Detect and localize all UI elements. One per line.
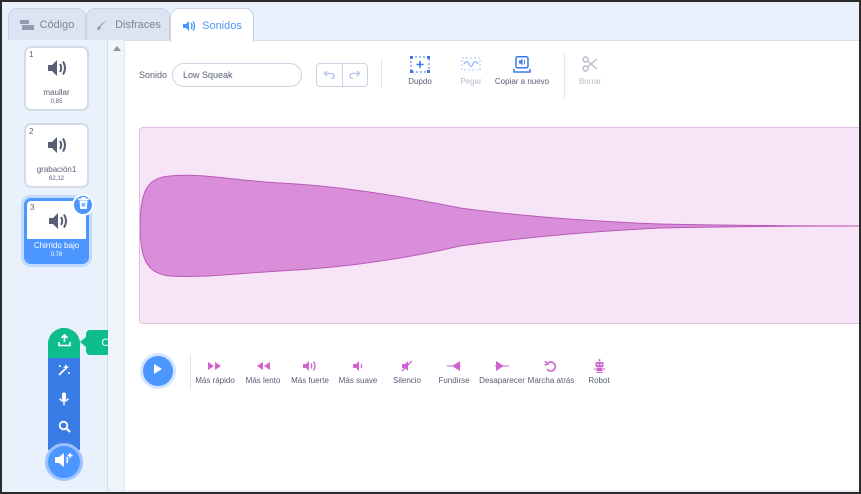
sound-item-maullar[interactable]: 1 maullar 0,85 bbox=[24, 46, 89, 111]
sound-duration: 0,85 bbox=[50, 99, 63, 105]
paste-button[interactable]: Pegar bbox=[443, 56, 499, 86]
upload-sound-button[interactable] bbox=[48, 328, 80, 358]
effect-robot[interactable]: Robot bbox=[580, 359, 618, 385]
add-sound-button[interactable] bbox=[45, 443, 83, 481]
copy-to-new-label: Copiar a nuevo bbox=[494, 77, 550, 86]
add-sound-icon bbox=[54, 452, 74, 473]
toolbar-divider bbox=[381, 58, 382, 88]
choose-sound-button[interactable] bbox=[48, 415, 80, 443]
effect-label: Más rápido bbox=[195, 376, 235, 385]
effects-divider bbox=[190, 354, 191, 390]
delete-selection-button[interactable]: Borrar bbox=[562, 56, 618, 86]
trash-icon bbox=[77, 196, 89, 214]
tab-sounds[interactable]: Sonidos bbox=[170, 8, 254, 42]
waveform bbox=[140, 174, 859, 278]
sound-number: 2 bbox=[29, 127, 34, 136]
effect-slower[interactable]: Más lento bbox=[241, 360, 285, 385]
reverse-icon bbox=[544, 360, 558, 375]
undo-redo-group bbox=[316, 63, 368, 87]
robot-icon bbox=[593, 359, 606, 375]
undo-icon bbox=[323, 66, 336, 84]
speaker-icon bbox=[182, 20, 196, 32]
sound-name: maullar bbox=[43, 88, 70, 97]
effect-reverse[interactable]: Marcha atrás bbox=[526, 360, 576, 385]
tab-code-label: Código bbox=[39, 18, 75, 31]
sound-editor-window: Código Disfraces Sonidos 1 maullar 0,85 … bbox=[0, 0, 861, 494]
tab-bar: Código Disfraces Sonidos bbox=[2, 8, 859, 42]
redo-button[interactable] bbox=[341, 64, 368, 86]
sound-item-grabacion1[interactable]: 2 grabación1 62,12 bbox=[24, 123, 89, 188]
sound-name: grabación1 bbox=[36, 165, 77, 174]
effect-faster[interactable]: Más rápido bbox=[192, 360, 238, 385]
sound-number: 3 bbox=[30, 203, 35, 212]
effect-mute[interactable]: Silencio bbox=[386, 360, 428, 385]
surprise-icon bbox=[57, 363, 71, 382]
sound-name: Chirrido bajo bbox=[33, 241, 80, 250]
speaker-icon bbox=[46, 58, 68, 78]
play-icon bbox=[153, 362, 163, 380]
softer-icon bbox=[352, 360, 364, 374]
sound-number: 1 bbox=[29, 50, 34, 59]
delete-label: Borrar bbox=[578, 77, 602, 86]
brush-icon bbox=[95, 19, 109, 31]
effect-label: Más lento bbox=[245, 376, 281, 385]
copy-button[interactable]: Dupdo bbox=[392, 55, 448, 86]
speaker-icon bbox=[47, 211, 69, 231]
effect-louder[interactable]: Más fuerte bbox=[288, 360, 332, 385]
scroll-up-icon[interactable] bbox=[113, 46, 121, 51]
code-icon bbox=[19, 19, 34, 31]
faster-icon bbox=[207, 361, 223, 373]
mute-icon bbox=[401, 360, 413, 374]
copy-icon bbox=[410, 55, 430, 75]
speaker-icon bbox=[46, 135, 68, 155]
search-icon bbox=[58, 420, 71, 438]
tab-costumes[interactable]: Disfraces bbox=[86, 8, 170, 40]
upload-icon bbox=[57, 333, 71, 352]
fade-out-icon bbox=[494, 360, 510, 374]
tab-sounds-label: Sonidos bbox=[202, 19, 242, 32]
scissors-icon bbox=[582, 56, 598, 74]
waveform-display[interactable] bbox=[139, 127, 859, 324]
paste-label: Pegar bbox=[460, 77, 482, 86]
effect-label: Fundirse bbox=[438, 376, 470, 385]
delete-sound-button[interactable] bbox=[72, 194, 94, 216]
effect-label: Marcha atrás bbox=[527, 376, 575, 385]
effect-label: Más fuerte bbox=[291, 376, 329, 385]
play-button[interactable] bbox=[140, 353, 176, 389]
tab-code[interactable]: Código bbox=[8, 8, 86, 40]
copy-to-new-icon bbox=[513, 55, 531, 75]
record-sound-button[interactable] bbox=[48, 387, 80, 415]
sound-list-scrollbar[interactable] bbox=[108, 40, 125, 490]
fade-in-icon bbox=[446, 360, 462, 374]
effect-label: Silencio bbox=[392, 376, 421, 385]
paste-icon bbox=[461, 56, 481, 74]
louder-icon bbox=[302, 360, 318, 374]
redo-icon bbox=[348, 66, 361, 84]
undo-button[interactable] bbox=[317, 64, 342, 86]
sound-duration: 0,78 bbox=[50, 252, 63, 258]
sound-duration: 62,12 bbox=[48, 176, 64, 182]
microphone-icon bbox=[58, 392, 70, 411]
effect-label: Robot bbox=[588, 376, 610, 385]
add-sound-menu bbox=[48, 328, 80, 450]
copy-label: Dupdo bbox=[408, 77, 432, 86]
effect-label: Desaparecer bbox=[479, 376, 525, 385]
effect-softer[interactable]: Más suave bbox=[335, 360, 381, 385]
tab-costumes-label: Disfraces bbox=[115, 18, 161, 31]
surprise-sound-button[interactable] bbox=[48, 358, 80, 386]
effect-fade-in[interactable]: Fundirse bbox=[433, 360, 475, 385]
sound-name-label: Sonido bbox=[139, 70, 168, 80]
effect-fade-out[interactable]: Desaparecer bbox=[478, 360, 526, 385]
effect-label: Más suave bbox=[338, 376, 378, 385]
sound-name-input[interactable] bbox=[172, 63, 302, 87]
copy-to-new-button[interactable]: Copiar a nuevo bbox=[494, 55, 550, 86]
slower-icon bbox=[255, 361, 271, 373]
